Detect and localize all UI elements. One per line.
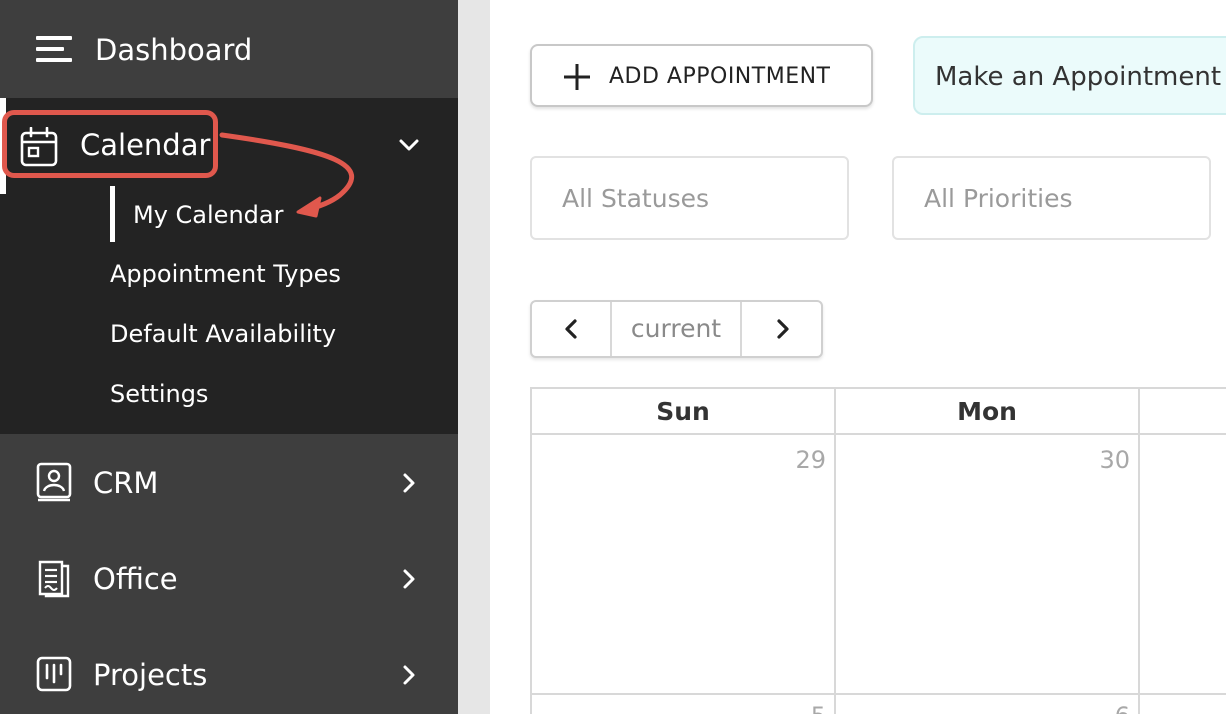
add-appointment-button[interactable]: ADD APPOINTMENT: [530, 44, 873, 107]
chevron-right-icon: [777, 319, 789, 339]
prev-button[interactable]: [532, 302, 612, 356]
content-gutter: [458, 0, 490, 714]
current-button[interactable]: current: [612, 302, 742, 356]
calendar-day-cell[interactable]: 5: [532, 695, 836, 714]
sidebar-item-label: CRM: [93, 466, 159, 500]
priority-filter-value: All Priorities: [924, 184, 1073, 213]
calendar-day-cell[interactable]: 6: [836, 695, 1140, 714]
contact-book-icon: [36, 462, 72, 502]
make-appointment-button[interactable]: Make an Appointment: [913, 36, 1226, 115]
calendar-pager: current: [530, 300, 823, 358]
calendar-day-cell[interactable]: 29: [532, 435, 836, 695]
sidebar-item-projects[interactable]: Projects: [0, 626, 458, 714]
calendar-day-cell[interactable]: [1140, 435, 1226, 695]
kanban-board-icon: [36, 656, 72, 692]
sidebar-item-label: Projects: [93, 658, 208, 692]
priority-filter-select[interactable]: All Priorities: [892, 156, 1211, 240]
main-content: ADD APPOINTMENT Make an Appointment All …: [490, 0, 1226, 714]
day-number: 5: [811, 701, 826, 714]
sidebar-subitem-settings[interactable]: Settings: [110, 379, 208, 409]
calendar-grid: Sun Mon 29 30 5 6: [530, 387, 1226, 714]
sidebar-item-office[interactable]: Office: [0, 530, 458, 626]
annotation-arrow: [219, 132, 355, 218]
day-header-mon: Mon: [836, 389, 1140, 435]
sidebar-subitem-appointment-types[interactable]: Appointment Types: [110, 259, 341, 289]
plus-icon: [564, 64, 590, 90]
chevron-right-icon: [403, 665, 415, 685]
documents-icon: [38, 560, 70, 598]
sidebar-subitem-default-availability[interactable]: Default Availability: [110, 319, 336, 349]
status-filter-value: All Statuses: [562, 184, 710, 213]
calendar-day-cell[interactable]: 30: [836, 435, 1140, 695]
next-button[interactable]: [742, 302, 821, 356]
sidebar: Dashboard Calendar My Calendar Appointme…: [0, 0, 458, 714]
day-number: 30: [1099, 446, 1130, 474]
add-appointment-label: ADD APPOINTMENT: [609, 64, 831, 89]
chevron-left-icon: [565, 319, 577, 339]
day-number: 29: [795, 446, 826, 474]
day-header-sun: Sun: [532, 389, 836, 435]
day-number: 6: [1115, 701, 1130, 714]
chevron-right-icon: [403, 473, 415, 493]
sidebar-item-crm[interactable]: CRM: [0, 434, 458, 530]
chevron-right-icon: [403, 569, 415, 589]
day-header-tue: [1140, 389, 1226, 435]
sidebar-item-label: Office: [93, 562, 178, 596]
status-filter-select[interactable]: All Statuses: [530, 156, 849, 240]
make-appointment-label: Make an Appointment: [935, 62, 1222, 92]
